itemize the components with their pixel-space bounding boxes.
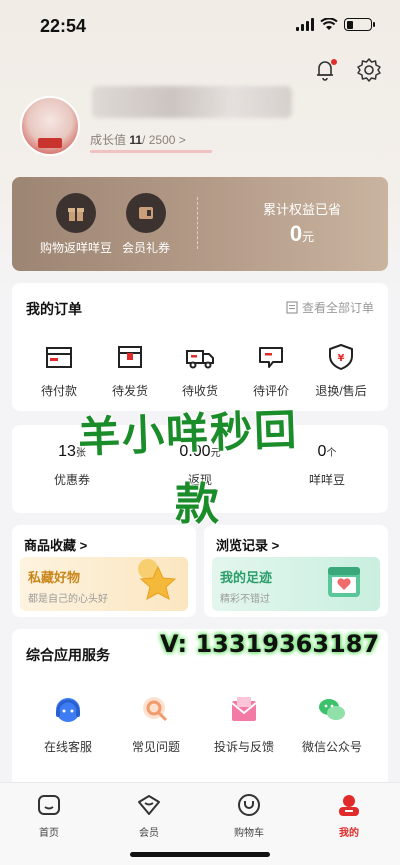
- order-after-sales-label: 退换/售后: [315, 384, 367, 398]
- view-all-orders-link[interactable]: 查看全部订单: [286, 299, 374, 316]
- order-pending-payment-label: 待付款: [40, 384, 77, 398]
- favorites-title: 商品收藏 >: [24, 538, 88, 553]
- order-pending-receipt[interactable]: 待收货: [165, 343, 235, 399]
- benefit-coupon-label: 会员礼券: [121, 241, 170, 255]
- savings-unit: 元: [302, 230, 315, 244]
- service-feedback[interactable]: 投诉与反馈: [202, 693, 286, 755]
- favorites-card[interactable]: 商品收藏 > 私藏好物 都是自己的心头好: [12, 525, 196, 617]
- wifi-icon: [320, 18, 338, 30]
- service-online-support[interactable]: 在线客服: [26, 693, 110, 755]
- beans-unit: 个: [326, 448, 337, 459]
- home-indicator: [130, 852, 270, 857]
- watermark-phone: V: 13319363187: [160, 630, 380, 658]
- savings-title: 累计权益已省: [262, 202, 341, 217]
- member-icon: [138, 795, 160, 815]
- mail-icon: [231, 697, 257, 721]
- watermark-text-2: 款: [175, 479, 219, 530]
- status-icons: [296, 18, 375, 31]
- faq-icon: [143, 697, 168, 722]
- username-redacted: [92, 86, 292, 118]
- service-online-support-label: 在线客服: [43, 740, 92, 754]
- service-wechat[interactable]: 微信公众号: [290, 693, 374, 755]
- status-bar: 22:54: [0, 0, 400, 50]
- document-icon: [286, 301, 298, 314]
- headset-icon: [56, 698, 80, 722]
- history-promo[interactable]: 我的足迹 精彩不错过: [212, 557, 380, 611]
- header-actions: [312, 57, 382, 83]
- battery-icon: [344, 18, 375, 31]
- star-icon: [138, 559, 177, 600]
- gift-icon: [56, 193, 96, 233]
- order-pending-shipment[interactable]: 待发货: [95, 343, 165, 399]
- avatar[interactable]: [20, 96, 80, 156]
- home-icon: [38, 795, 60, 815]
- growth-current: 11: [129, 133, 143, 147]
- wallet-icon: [46, 347, 72, 368]
- tab-profile[interactable]: 我的: [319, 793, 379, 839]
- status-time: 22:54: [40, 16, 87, 36]
- box-icon: [118, 346, 142, 368]
- benefit-divider: [197, 197, 198, 249]
- order-pending-shipment-label: 待发货: [111, 384, 148, 398]
- svg-text:¥: ¥: [338, 353, 345, 364]
- favorites-promo[interactable]: 私藏好物 都是自己的心头好: [20, 557, 188, 611]
- growth-value[interactable]: 成长值 11/ 2500 >: [90, 131, 186, 148]
- history-card[interactable]: 浏览记录 > 我的足迹 精彩不错过: [204, 525, 388, 617]
- gear-icon[interactable]: [356, 57, 382, 83]
- view-all-orders-label: 查看全部订单: [301, 301, 374, 315]
- tab-cart-label: 购物车: [234, 828, 264, 839]
- comment-icon: [259, 347, 283, 368]
- tab-home[interactable]: 首页: [19, 793, 79, 839]
- growth-label: 成长值: [90, 133, 127, 147]
- orders-card: 我的订单 查看全部订单 待付款 待发货 待收货 待评价 ¥ 退换/售后: [12, 283, 388, 411]
- order-pending-receipt-label: 待收货: [181, 384, 218, 398]
- wechat-icon: [319, 699, 345, 720]
- service-wechat-label: 微信公众号: [301, 740, 362, 754]
- tab-home-label: 首页: [39, 828, 59, 839]
- notification-dot: [331, 59, 337, 65]
- benefit-cashback[interactable]: 购物返咩咩豆: [36, 193, 116, 256]
- savings-amount: 0: [289, 221, 303, 246]
- services-title: 综合应用服务: [26, 647, 110, 663]
- service-feedback-label: 投诉与反馈: [213, 740, 274, 754]
- asset-beans[interactable]: 0个 咩咩豆: [287, 443, 367, 488]
- service-faq[interactable]: 常见问题: [114, 693, 198, 755]
- growth-progress-bar: [90, 150, 212, 153]
- savings-value: 0元: [242, 221, 362, 247]
- tab-member-label: 会员: [139, 828, 159, 839]
- coupon-icon: [126, 193, 166, 233]
- cart-icon: [238, 794, 260, 816]
- history-title: 浏览记录 >: [216, 538, 280, 553]
- order-pending-review[interactable]: 待评价: [236, 343, 306, 399]
- profile-icon: [339, 795, 359, 816]
- orders-title: 我的订单: [26, 301, 82, 317]
- tab-cart[interactable]: 购物车: [219, 793, 279, 839]
- shield-yen-icon: ¥: [329, 344, 353, 370]
- growth-total: / 2500 >: [142, 133, 186, 147]
- benefit-cashback-label: 购物返咩咩豆: [39, 241, 112, 255]
- signal-icon: [296, 18, 314, 31]
- tab-profile-label: 我的: [339, 828, 359, 839]
- coupon-label: 优惠券: [53, 473, 90, 487]
- benefits-card: 购物返咩咩豆 会员礼券 累计权益已省 0元: [12, 177, 388, 271]
- truck-icon: [186, 350, 214, 369]
- tab-member[interactable]: 会员: [119, 793, 179, 839]
- calendar-heart-icon: [328, 567, 360, 597]
- coupon-count: 13: [58, 443, 76, 460]
- service-faq-label: 常见问题: [131, 740, 180, 754]
- bell-icon[interactable]: [312, 57, 338, 83]
- order-after-sales[interactable]: ¥ 退换/售后: [306, 343, 376, 399]
- benefit-coupon[interactable]: 会员礼券: [106, 193, 186, 256]
- watermark-text: 羊小咩秒回: [77, 405, 299, 462]
- order-pending-payment[interactable]: 待付款: [24, 343, 94, 399]
- beans-label: 咩咩豆: [308, 473, 345, 487]
